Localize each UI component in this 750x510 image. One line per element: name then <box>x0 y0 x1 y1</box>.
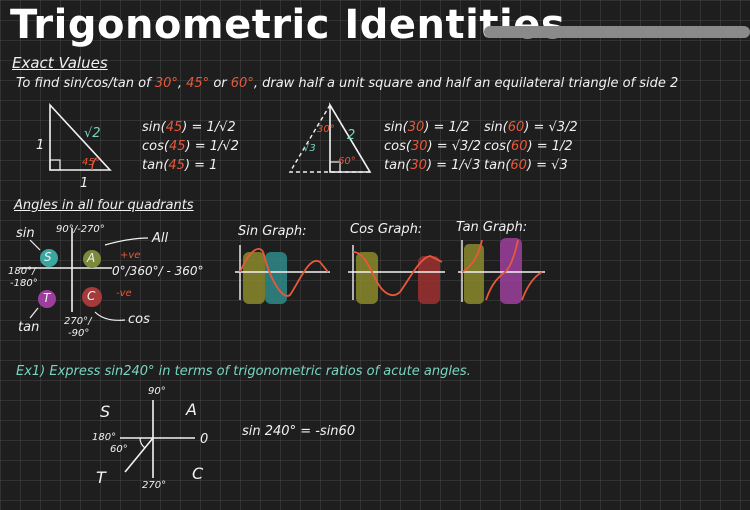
equilateral-height: √3 <box>303 143 316 154</box>
cos60-row: cos(60) = 1/2 <box>484 139 573 154</box>
tan-graph <box>458 238 545 304</box>
sin-graph <box>235 245 330 304</box>
angle-label: 30 <box>410 158 427 173</box>
example-top-label: 90° <box>148 386 166 397</box>
value-label: ) = 1/√3 <box>426 158 481 173</box>
example-angle-arc <box>139 437 146 449</box>
angle-label: 45 <box>165 120 183 135</box>
tan-curve-3 <box>521 271 543 301</box>
quadrants-heading: Angles in all four quadrants <box>14 198 194 213</box>
quadrant-left-label-1: 180°/ <box>8 266 36 277</box>
quadrant-all-label: All <box>152 231 169 246</box>
value-label: ) = 1/√2 <box>185 139 239 154</box>
tan45-row: tan(45) = 1 <box>142 158 218 173</box>
sin-graph-label: Sin Graph: <box>238 224 307 239</box>
fn-label: cos <box>384 139 406 154</box>
sin60-row: sin(60) = √3/2 <box>484 120 578 135</box>
fn-label: sin <box>484 120 503 135</box>
quadrant-bottom-label-2: -90° <box>68 328 90 339</box>
angle-label: 45 <box>168 158 185 173</box>
quadrant-t-letter: T <box>43 291 51 305</box>
fn-label: tan <box>384 158 406 173</box>
value-label: ) = 1/√2 <box>182 120 236 135</box>
example-left-label: 180° <box>92 432 117 443</box>
quadrant-tan-label: tan <box>18 320 40 335</box>
example-240-ray <box>124 437 154 473</box>
value-label: ) = 1 <box>184 158 218 173</box>
example-right-label: 0 <box>200 432 209 447</box>
angle-label: 30 <box>407 120 425 135</box>
quadrant-s-letter: S <box>44 250 52 264</box>
example-answer: sin 240° = -sin60 <box>242 424 356 439</box>
arrow-all <box>104 237 149 246</box>
value-label: ) = 1/2 <box>527 139 573 154</box>
angle-label: 60 <box>507 120 525 135</box>
tan30-row: tan(30) = 1/√3 <box>384 158 481 173</box>
angle-label: 45 <box>168 139 186 154</box>
arrow-tan <box>29 307 39 319</box>
arrow-sin <box>29 239 41 251</box>
quadrant-right-label: 0°/360°/ - 360° <box>112 264 204 278</box>
quadrant-bottom-label-1: 270°/ <box>64 316 92 327</box>
cos45-row: cos(45) = 1/√2 <box>142 139 239 154</box>
tan-quadrant-3-highlight <box>500 238 522 304</box>
angle-label: 30 <box>410 139 428 154</box>
example-c-letter: C <box>192 464 204 483</box>
cos30-row: cos(30) = √3/2 <box>384 139 481 154</box>
equilateral-top-angle: 30° <box>317 124 335 135</box>
angle-label: 60 <box>510 158 527 173</box>
fn-label: tan <box>484 158 506 173</box>
quadrant-minus-ve: -ve <box>116 288 132 299</box>
triangle-hyp: √2 <box>84 126 101 141</box>
right-angle-mark <box>49 159 61 171</box>
cos-graph <box>348 245 445 304</box>
arrow-cos <box>94 311 126 321</box>
values-30: sin(30) = 1/2 cos(30) = √3/2 tan(30) = 1… <box>384 118 481 175</box>
value-label: ) = 1/2 <box>424 120 470 135</box>
value-label: ) = √3/2 <box>427 139 481 154</box>
quadrant-sin-label: sin <box>16 226 35 241</box>
example-prefix: Ex1) <box>16 364 46 379</box>
angle-label: 60 <box>510 139 528 154</box>
example-s-letter: S <box>100 402 111 421</box>
sin-quadrant-2-highlight <box>265 252 287 304</box>
quadrant-cos-label: cos <box>128 312 150 327</box>
tan-quadrant-1-highlight <box>464 244 484 304</box>
quadrant-c-letter: C <box>87 289 96 303</box>
example-text: Express sin240° in terms of trigonometri… <box>49 364 471 379</box>
sin30-row: sin(30) = 1/2 <box>384 120 470 135</box>
triangle-bottom: 1 <box>80 176 89 191</box>
cos-quadrant-4-highlight <box>418 256 440 304</box>
quadrant-a-letter: A <box>87 251 96 265</box>
example-t-letter: T <box>96 468 106 487</box>
value-label: ) = √3 <box>526 158 568 173</box>
triangle-angle: 45° <box>82 157 100 168</box>
cos-graph-label: Cos Graph: <box>350 222 423 237</box>
quadrant-left-label-2: -180° <box>10 278 38 289</box>
equilateral-bottom-angle: 60° <box>338 156 356 167</box>
values-45: sin(45) = 1/√2 cos(45) = 1/√2 tan(45) = … <box>142 118 239 175</box>
quadrant-top-label: 90°/-270° <box>56 224 105 235</box>
quadrant-plus-ve: +ve <box>120 250 141 261</box>
tan-graph-label: Tan Graph: <box>456 220 528 235</box>
fn-label: sin <box>142 120 161 135</box>
triangle-side-left: 1 <box>36 138 45 153</box>
example-prompt: Ex1) Express sin240° in terms of trigono… <box>16 364 471 379</box>
fn-label: cos <box>484 139 506 154</box>
fn-label: tan <box>142 158 164 173</box>
fn-label: cos <box>142 139 164 154</box>
values-60: sin(60) = √3/2 cos(60) = 1/2 tan(60) = √… <box>484 118 578 175</box>
equilateral-hyp: 2 <box>347 128 356 143</box>
example-a-letter: A <box>186 400 197 419</box>
sin45-row: sin(45) = 1/√2 <box>142 120 236 135</box>
example-bottom-label: 270° <box>142 480 167 491</box>
tan60-row: tan(60) = √3 <box>484 158 568 173</box>
fn-label: sin <box>384 120 403 135</box>
example-angle-label: 60° <box>110 444 128 455</box>
value-label: ) = √3/2 <box>524 120 578 135</box>
